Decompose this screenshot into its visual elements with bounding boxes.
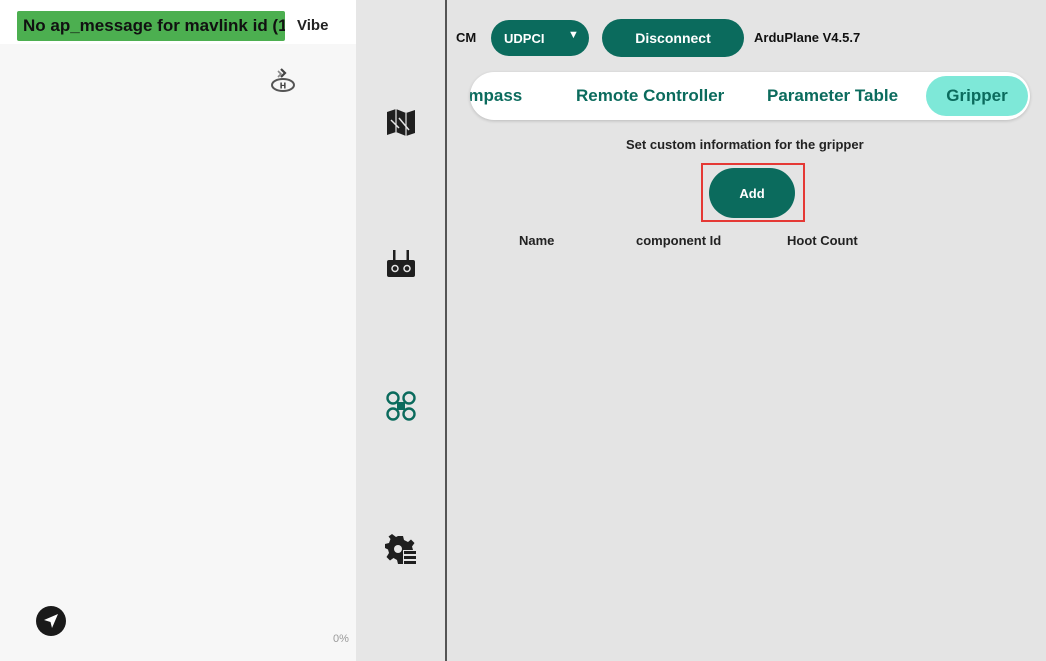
message-banner: No ap_message for mavlink id (1 xyxy=(17,11,285,41)
cm-label: CM xyxy=(456,30,477,45)
tab-compass[interactable]: ompass xyxy=(470,72,522,120)
vibe-label[interactable]: Vibe xyxy=(297,17,328,34)
map-area[interactable] xyxy=(0,44,356,661)
drone-icon[interactable] xyxy=(385,390,417,422)
map-icon[interactable] xyxy=(385,106,417,138)
paper-plane-icon xyxy=(44,614,58,628)
column-header-component-id: component Id xyxy=(636,233,722,248)
dropdown-arrow-icon: ▼ xyxy=(568,29,579,41)
left-panel: No ap_message for mavlink id (1 Vibe H 0… xyxy=(0,0,356,661)
progress-percent: 0% xyxy=(333,633,349,645)
tab-remote-controller[interactable]: Remote Controller xyxy=(576,72,724,120)
send-button[interactable] xyxy=(36,606,66,636)
tab-parameter-table[interactable]: Parameter Table xyxy=(767,72,898,120)
settings-tabs: ompass Remote Controller Parameter Table… xyxy=(470,72,1030,120)
column-header-name: Name xyxy=(519,233,555,248)
add-button[interactable]: Add xyxy=(709,168,795,218)
remote-controller-icon[interactable] xyxy=(385,248,417,280)
svg-text:H: H xyxy=(280,82,287,91)
settings-list-icon[interactable] xyxy=(385,534,417,566)
tab-gripper[interactable]: Gripper xyxy=(926,76,1028,116)
connection-type-value: UDPCI xyxy=(504,30,545,46)
firmware-version: ArduPlane V4.5.7 xyxy=(754,30,861,45)
column-header-hoot-count: Hoot Count xyxy=(787,233,858,248)
home-location-icon[interactable]: H xyxy=(268,66,298,96)
disconnect-button[interactable]: Disconnect xyxy=(602,19,744,57)
gripper-info-text: Set custom information for the gripper xyxy=(626,137,864,152)
connection-type-select[interactable]: UDPCI ▼ xyxy=(491,20,589,56)
